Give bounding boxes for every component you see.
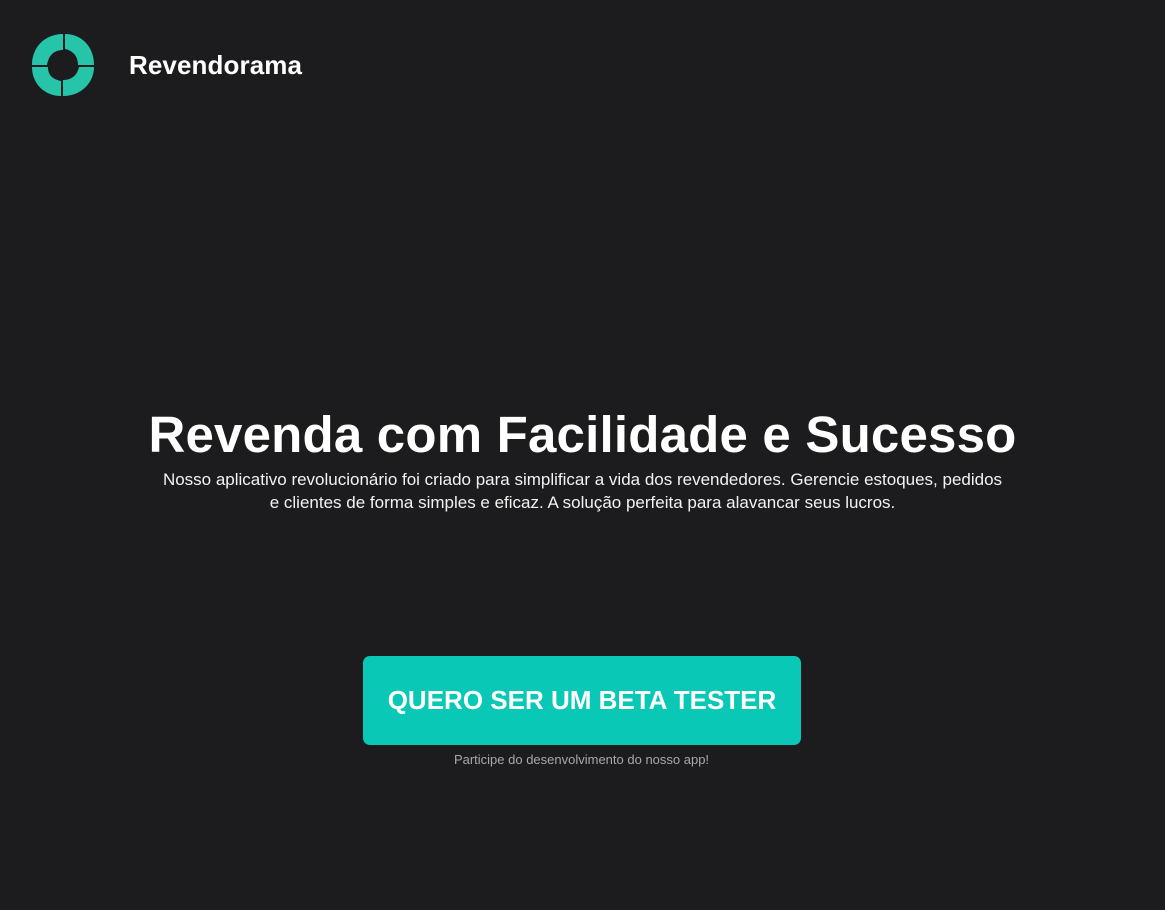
brand-name[interactable]: Revendorama [129,50,302,81]
beta-tester-button[interactable]: QUERO SER UM BETA TESTER [363,656,801,745]
swirl-logo-icon[interactable] [32,34,94,96]
cta-note: Participe do desenvolvimento do nosso ap… [453,752,710,767]
hero-subtitle: Nosso aplicativo revolucionário foi cria… [162,470,1003,512]
hero-title: Revenda com Facilidade e Sucesso [148,406,1017,463]
site-header: Revendorama [32,34,302,96]
hero-section: Revenda com Facilidade e Sucesso Nosso a… [0,402,1165,514]
